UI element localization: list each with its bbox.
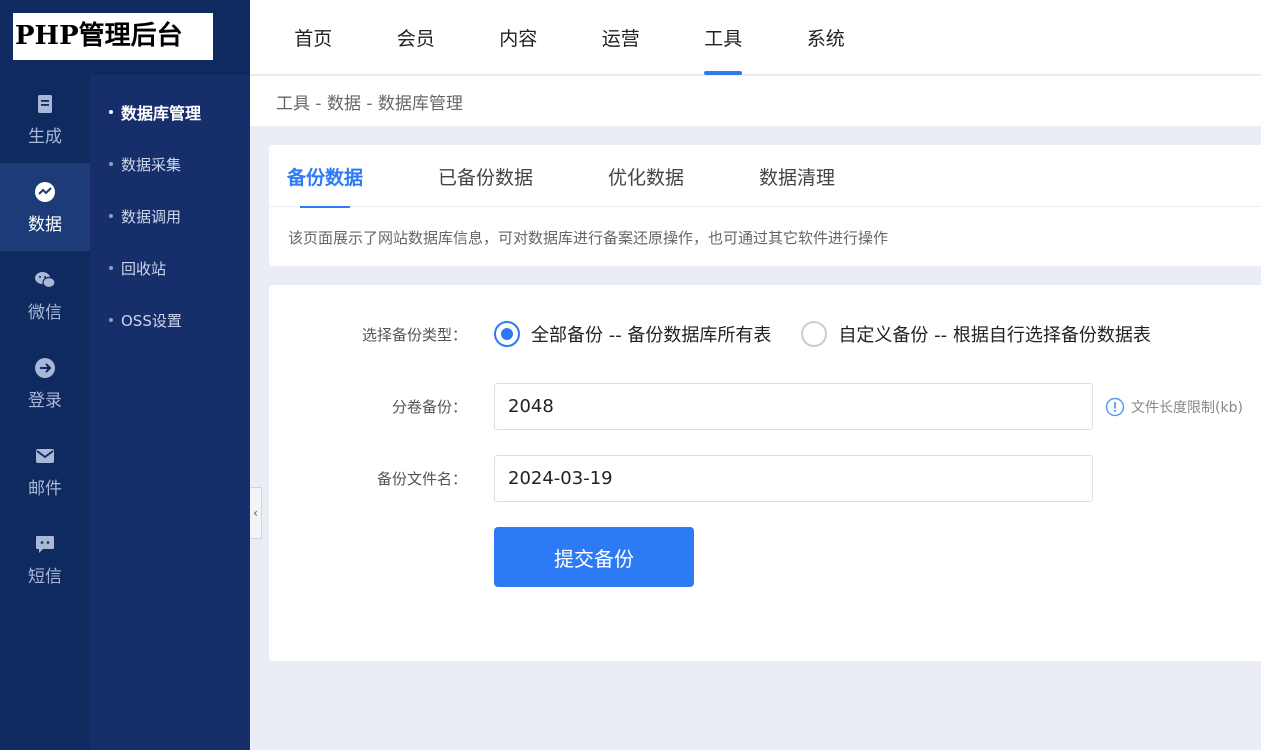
tab-optimize[interactable]: 优化数据 bbox=[608, 145, 684, 207]
radio-full-backup[interactable]: 全部备份 -- 备份数据库所有表 bbox=[494, 321, 771, 347]
subnav-item-call[interactable]: 数据调用 bbox=[90, 190, 250, 242]
tab-cleanup[interactable]: 数据清理 bbox=[759, 145, 835, 207]
tab-label: 优化数据 bbox=[608, 166, 685, 189]
wechat-icon bbox=[33, 268, 57, 292]
top-nav: 首页 会员 内容 运营 工具 系统 bbox=[250, 0, 1261, 75]
tab-label: 已备份数据 bbox=[438, 166, 534, 189]
volume-row: 分卷备份： 文件长度限制(kb) bbox=[269, 383, 1261, 430]
breadcrumb: 工具 - 数据 - 数据库管理 bbox=[250, 76, 1261, 126]
volume-input[interactable] bbox=[494, 383, 1093, 430]
subnav-item-db-manage[interactable]: 数据库管理 bbox=[90, 86, 250, 138]
rail-item-data[interactable]: 数据 bbox=[0, 163, 90, 251]
mail-icon bbox=[33, 444, 57, 468]
rail-item-mail[interactable]: 邮件 bbox=[0, 427, 90, 515]
subnav-item-label: 数据调用 bbox=[121, 207, 182, 226]
logo: PHP管理后台 bbox=[13, 13, 213, 60]
bullet-icon bbox=[109, 214, 113, 218]
sms-icon bbox=[33, 532, 57, 556]
logo-area: PHP管理后台 bbox=[0, 0, 250, 75]
login-icon bbox=[33, 356, 57, 380]
tab-backup[interactable]: 备份数据 bbox=[287, 145, 364, 208]
rail-item-label: 短信 bbox=[28, 566, 62, 587]
volume-hint: 文件长度限制(kb) bbox=[1105, 397, 1243, 417]
rail-item-sms[interactable]: 短信 bbox=[0, 515, 90, 603]
backup-type-radio-group: 全部备份 -- 备份数据库所有表 自定义备份 -- 根据自行选择备份数据表 bbox=[494, 321, 1181, 347]
file-icon bbox=[33, 92, 57, 116]
filename-label: 备份文件名： bbox=[376, 470, 467, 488]
tab-label: 数据清理 bbox=[759, 166, 836, 189]
sidebar-collapse-button[interactable]: ‹ bbox=[250, 487, 262, 539]
rail-item-label: 数据 bbox=[28, 214, 62, 235]
submit-backup-button[interactable]: 提交备份 bbox=[494, 527, 694, 587]
chevron-left-icon: ‹ bbox=[253, 506, 258, 520]
topnav-operation[interactable]: 运营 bbox=[570, 0, 673, 75]
tab-backed-up[interactable]: 已备份数据 bbox=[438, 145, 533, 207]
rail-menu: 生成 数据 微信 登录 邮件 短信 bbox=[0, 75, 90, 603]
rail-item-label: 生成 bbox=[28, 126, 62, 147]
bullet-icon bbox=[109, 266, 113, 270]
tab-label: 备份数据 bbox=[287, 166, 364, 189]
hint-text: 文件长度限制(kb) bbox=[1131, 399, 1243, 416]
chart-icon bbox=[33, 180, 57, 204]
rail-item-label: 微信 bbox=[28, 302, 62, 323]
bullet-icon bbox=[109, 110, 113, 114]
rail-item-generate[interactable]: 生成 bbox=[0, 75, 90, 163]
radio-unchecked-icon[interactable] bbox=[801, 321, 828, 347]
bullet-icon bbox=[109, 162, 113, 166]
topnav-home[interactable]: 首页 bbox=[262, 0, 365, 75]
radio-custom-backup[interactable]: 自定义备份 -- 根据自行选择备份数据表 bbox=[801, 321, 1151, 347]
info-icon bbox=[1105, 397, 1125, 416]
topnav-system[interactable]: 系统 bbox=[775, 0, 878, 75]
backup-type-row: 选择备份类型： 全部备份 -- 备份数据库所有表 自定义备份 -- 根据自行选择… bbox=[269, 319, 1261, 349]
filename-input[interactable] bbox=[494, 455, 1093, 502]
rail-item-label: 邮件 bbox=[28, 478, 62, 499]
bullet-icon bbox=[109, 318, 113, 322]
subnav-item-label: 数据库管理 bbox=[121, 104, 202, 123]
subnav-item-collect[interactable]: 数据采集 bbox=[90, 138, 250, 190]
radio-label: 全部备份 -- 备份数据库所有表 bbox=[531, 325, 772, 346]
rail-item-label: 登录 bbox=[28, 390, 62, 411]
topnav-content[interactable]: 内容 bbox=[467, 0, 570, 75]
subnav-item-recycle[interactable]: 回收站 bbox=[90, 242, 250, 294]
subnav-item-oss[interactable]: OSS设置 bbox=[90, 294, 250, 346]
filename-row: 备份文件名： bbox=[269, 455, 1261, 502]
top-bar: 首页 会员 内容 运营 工具 系统 bbox=[250, 0, 1261, 75]
tabs-card: 备份数据 已备份数据 优化数据 数据清理 该页面展示了网站数据库信息，可对数据库… bbox=[269, 145, 1261, 266]
topnav-tools[interactable]: 工具 bbox=[672, 0, 775, 75]
radio-label: 自定义备份 -- 根据自行选择备份数据表 bbox=[838, 325, 1151, 346]
page-description: 该页面展示了网站数据库信息，可对数据库进行备案还原操作，也可通过其它软件进行操作 bbox=[288, 229, 889, 247]
backup-type-label: 选择备份类型： bbox=[361, 325, 467, 344]
volume-label: 分卷备份： bbox=[391, 398, 467, 416]
subnav-item-label: 数据采集 bbox=[121, 155, 182, 174]
backup-form: 选择备份类型： 全部备份 -- 备份数据库所有表 自定义备份 -- 根据自行选择… bbox=[269, 285, 1261, 661]
radio-checked-icon[interactable] bbox=[494, 321, 520, 347]
sub-nav: 数据库管理 数据采集 数据调用 回收站 OSS设置 bbox=[90, 75, 250, 750]
rail-item-login[interactable]: 登录 bbox=[0, 339, 90, 427]
subnav-item-label: 回收站 bbox=[121, 259, 167, 278]
subnav-item-label: OSS设置 bbox=[121, 311, 182, 330]
topnav-member[interactable]: 会员 bbox=[365, 0, 468, 75]
tab-bar: 备份数据 已备份数据 优化数据 数据清理 bbox=[269, 145, 1261, 208]
rail-item-wechat[interactable]: 微信 bbox=[0, 251, 90, 339]
